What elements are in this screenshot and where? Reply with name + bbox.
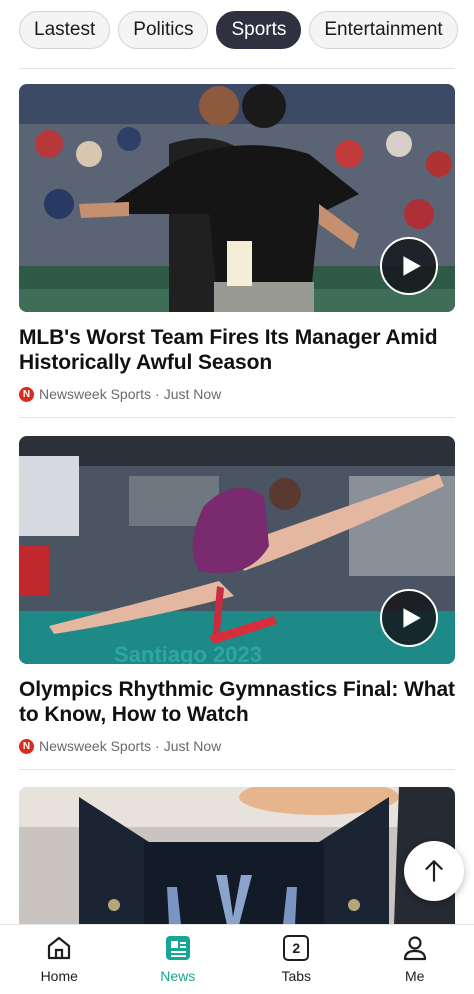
play-video-button[interactable] — [380, 237, 438, 295]
nav-label: Home — [40, 968, 78, 984]
meta-separator: · — [155, 738, 160, 754]
nav-news[interactable]: News — [119, 925, 238, 994]
news-icon — [163, 933, 193, 963]
article-thumbnail[interactable] — [19, 787, 455, 925]
play-video-button[interactable] — [380, 589, 438, 647]
nav-label: Tabs — [281, 968, 312, 984]
article-meta: N Newsweek Sports · Just Now — [19, 738, 455, 754]
person-icon — [400, 933, 430, 963]
newsweek-logo-icon: N — [19, 386, 34, 402]
nav-tabs[interactable]: 2 Tabs — [237, 925, 356, 994]
arrow-up-icon — [425, 860, 443, 882]
article-meta: N Newsweek Sports · Just Now — [19, 386, 455, 402]
article-time: Just Now — [163, 386, 222, 402]
chip-sports[interactable]: Sports — [216, 11, 302, 49]
nav-label: News — [160, 968, 196, 984]
article-source: Newsweek Sports — [39, 386, 152, 402]
tabs-count-badge: 2 — [283, 935, 310, 961]
bottom-navigation: Home News 2 Tabs Me — [0, 924, 474, 994]
category-chips: Lastest Politics Sports Entertainment — [0, 0, 474, 70]
article-time: Just Now — [163, 738, 222, 754]
article-thumbnail[interactable]: Santiago 2023 — [19, 436, 455, 664]
article-headline[interactable]: Olympics Rhythmic Gymnastics Final: What… — [19, 677, 455, 727]
article-thumbnail[interactable] — [19, 84, 455, 312]
chip-latest[interactable]: Lastest — [19, 11, 111, 49]
article-card[interactable] — [19, 787, 455, 925]
back-to-top-button[interactable] — [404, 841, 464, 901]
article-headline[interactable]: MLB's Worst Team Fires Its Manager Amid … — [19, 325, 455, 375]
article-card[interactable]: MLB's Worst Team Fires Its Manager Amid … — [19, 84, 455, 418]
chip-entertainment[interactable]: Entertainment — [309, 11, 458, 49]
article-card[interactable]: Santiago 2023 Olympics Rhythmic Gymnasti… — [19, 436, 455, 770]
nav-home[interactable]: Home — [0, 925, 119, 994]
home-icon — [44, 933, 74, 963]
article-source: Newsweek Sports — [39, 738, 152, 754]
image-banner-text: Santiago 2023 — [114, 642, 262, 664]
meta-separator: · — [155, 386, 160, 402]
divider — [19, 417, 455, 418]
chip-politics[interactable]: Politics — [118, 11, 209, 49]
nav-me[interactable]: Me — [356, 925, 474, 994]
newsweek-logo-icon: N — [19, 738, 34, 754]
play-icon — [403, 256, 421, 276]
tabs-icon: 2 — [281, 933, 311, 963]
play-icon — [403, 608, 421, 628]
divider — [19, 769, 455, 770]
nav-label: Me — [405, 968, 425, 984]
divider — [19, 68, 455, 69]
medal-case-image — [19, 787, 455, 925]
